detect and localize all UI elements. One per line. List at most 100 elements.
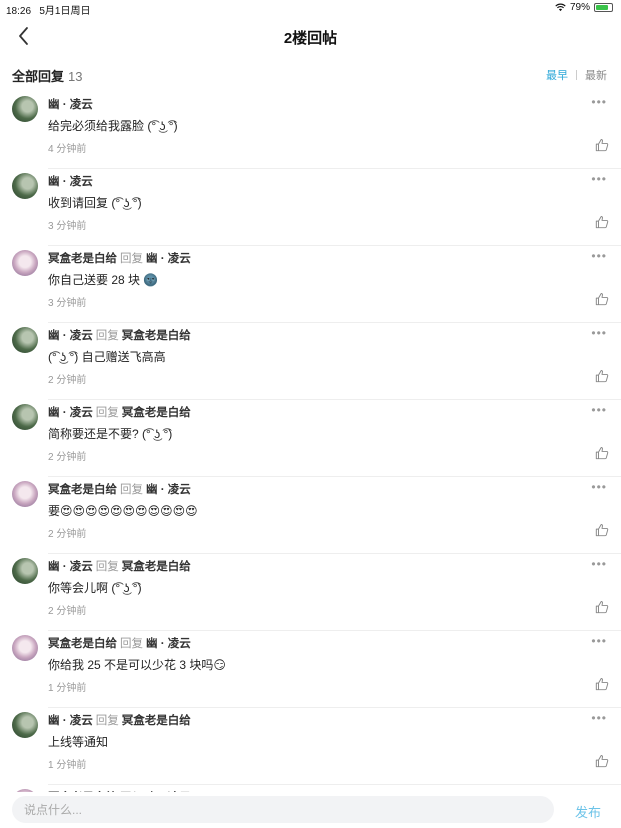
comment-item[interactable]: 幽 · 凌云 回复 冥盒老是白给 你等会儿啊 (͡° ͜ʖ ͡°) 2 分钟前 •••: [0, 554, 621, 631]
sort-earliest-tab[interactable]: 最早: [546, 67, 568, 83]
thumbs-up-icon[interactable]: [595, 215, 609, 229]
author-name[interactable]: 冥盒老是白给: [48, 638, 117, 650]
more-options-icon[interactable]: •••: [591, 404, 607, 416]
comment-author-line: 冥盒老是白给回复幽 · 凌云: [48, 250, 191, 266]
battery-icon: [594, 3, 613, 12]
author-name[interactable]: 幽 · 凌云: [48, 330, 93, 342]
battery-percent: 79%: [569, 2, 590, 13]
reply-to-name[interactable]: 幽 · 凌云: [146, 253, 191, 265]
comment-item[interactable]: 冥盒老是白给回复幽 · 凌云•••: [0, 785, 621, 792]
reply-header: 全部回复 13 最早 最新: [0, 64, 621, 86]
thumbs-up-icon[interactable]: [595, 600, 609, 614]
status-time-date: 18:26 5月1日周日: [6, 2, 91, 17]
more-options-icon[interactable]: •••: [591, 481, 607, 493]
comment-author-line: 冥盒老是白给回复幽 · 凌云: [48, 635, 191, 651]
reply-word: 回复: [95, 407, 119, 419]
more-options-icon[interactable]: •••: [591, 173, 607, 185]
author-name[interactable]: 冥盒老是白给: [48, 484, 117, 496]
avatar[interactable]: [12, 481, 38, 507]
avatar[interactable]: [12, 558, 38, 584]
status-time: 18:26: [6, 6, 32, 17]
more-options-icon[interactable]: •••: [591, 250, 607, 262]
reply-to-name[interactable]: 幽 · 凌云: [146, 638, 191, 650]
comment-item[interactable]: 幽 · 凌云 给完必须给我露脸 (͡° ͜ʖ ͡°) 4 分钟前 •••: [0, 92, 621, 169]
author-name[interactable]: 幽 · 凌云: [48, 176, 93, 188]
thumbs-up-icon[interactable]: [595, 369, 609, 383]
more-options-icon[interactable]: •••: [591, 96, 607, 108]
comment-input[interactable]: [12, 796, 554, 823]
comment-author-line: 幽 · 凌云 回复 冥盒老是白给: [48, 404, 191, 420]
comment-text: 你给我 25 不是可以少花 3 块吗😏: [48, 658, 226, 672]
thumbs-up-icon[interactable]: [595, 446, 609, 460]
avatar[interactable]: [12, 635, 38, 661]
avatar[interactable]: [12, 404, 38, 430]
comment-item[interactable]: 幽 · 凌云收到请回复 (͡° ͜ʖ ͡°) 3 分钟前 •••: [0, 169, 621, 246]
avatar[interactable]: [12, 173, 38, 199]
reply-to-name[interactable]: 冥盒老是白给: [122, 330, 191, 342]
status-right: 79%: [555, 2, 613, 13]
sort-latest-tab[interactable]: 最新: [585, 67, 607, 83]
page-title: 2楼回帖: [283, 30, 338, 47]
comment-text: 要😍😍😍😍😍😍😍😍😍😍😍: [48, 504, 198, 518]
avatar[interactable]: [12, 327, 38, 353]
reply-count-label: 全部回复 13: [12, 66, 82, 85]
more-options-icon[interactable]: •••: [591, 712, 607, 724]
author-name[interactable]: 幽 · 凌云: [48, 561, 93, 573]
more-options-icon[interactable]: •••: [591, 327, 607, 339]
comment-list[interactable]: 幽 · 凌云 给完必须给我露脸 (͡° ͜ʖ ͡°) 4 分钟前 ••• 幽 · 凌云收…: [0, 92, 621, 792]
comment-time: 2 分钟前: [48, 606, 87, 617]
more-options-icon[interactable]: •••: [591, 635, 607, 647]
send-button[interactable]: 发布: [575, 802, 601, 821]
reply-word: 回复: [95, 715, 119, 727]
wifi-icon: [555, 3, 566, 12]
comment-text: 你等会儿啊 (͡° ͜ʖ ͡°): [48, 581, 142, 595]
comment-time: 3 分钟前: [48, 298, 87, 309]
reply-to-name[interactable]: 冥盒老是白给: [122, 715, 191, 727]
comment-text: 你自己送要 28 块 🌚: [48, 273, 159, 287]
status-bar: 18:26 5月1日周日 79%: [0, 0, 621, 18]
reply-word: 回复: [120, 484, 143, 496]
sort-divider: [576, 70, 577, 80]
comment-time: 2 分钟前: [48, 375, 87, 386]
reply-to-name[interactable]: 幽 · 凌云: [146, 484, 191, 496]
comment-item[interactable]: 幽 · 凌云 回复 冥盒老是白给 (͡° ͜ʖ ͡°) 自己赠送飞高高 2 分钟前 •••: [0, 323, 621, 400]
comment-time: 3 分钟前: [48, 221, 87, 232]
reply-to-name[interactable]: 冥盒老是白给: [122, 561, 191, 573]
comment-time: 1 分钟前: [48, 683, 87, 694]
comment-item[interactable]: 幽 · 凌云 回复 冥盒老是白给 简称要还是不要? (͡° ͜ʖ ͡°) 2 分钟前 ••…: [0, 400, 621, 477]
comment-text: 简称要还是不要? (͡° ͜ʖ ͡°): [48, 427, 173, 441]
author-name[interactable]: 幽 · 凌云: [48, 99, 93, 111]
author-name[interactable]: 冥盒老是白给: [48, 253, 117, 265]
comment-author-line: 幽 · 凌云 回复 冥盒老是白给: [48, 712, 191, 728]
avatar[interactable]: [12, 250, 38, 276]
comment-time: 4 分钟前: [48, 144, 87, 155]
thumbs-up-icon[interactable]: [595, 523, 609, 537]
avatar[interactable]: [12, 96, 38, 122]
comment-author-line: 冥盒老是白给回复幽 · 凌云: [48, 481, 191, 497]
reply-word: 回复: [95, 330, 119, 342]
comment-item[interactable]: 幽 · 凌云 回复 冥盒老是白给 上线等通知 1 分钟前 •••: [0, 708, 621, 785]
comment-time: 2 分钟前: [48, 529, 87, 540]
reply-word: 回复: [120, 253, 143, 265]
author-name[interactable]: 幽 · 凌云: [48, 715, 93, 727]
comment-item[interactable]: 冥盒老是白给 回复幽 · 凌云 你自己送要 28 块 🌚 3 分钟前 •••: [0, 246, 621, 323]
comment-item[interactable]: 冥盒老是白给 回复幽 · 凌云 要😍😍😍😍😍😍😍😍😍😍😍 2 分钟前 •••: [0, 477, 621, 554]
comment-time: 2 分钟前: [48, 452, 87, 463]
avatar[interactable]: [12, 712, 38, 738]
thumbs-up-icon[interactable]: [595, 138, 609, 152]
thumbs-up-icon[interactable]: [595, 292, 609, 306]
comment-author-line: 幽 · 凌云 回复 冥盒老是白给: [48, 327, 191, 343]
comment-author-line: 幽 · 凌云 回复 冥盒老是白给: [48, 558, 191, 574]
comment-item[interactable]: 冥盒老是白给 回复幽 · 凌云你给我 25 不是可以少花 3 块吗😏 1 分钟前 ••…: [0, 631, 621, 708]
thumbs-up-icon[interactable]: [595, 754, 609, 768]
comment-text: 收到请回复 (͡° ͜ʖ ͡°): [48, 196, 142, 210]
comment-text: 上线等通知: [48, 735, 109, 749]
author-name[interactable]: 幽 · 凌云: [48, 407, 93, 419]
all-replies-label: 全部回复: [12, 69, 65, 84]
more-options-icon[interactable]: •••: [591, 558, 607, 570]
reply-to-name[interactable]: 冥盒老是白给: [122, 407, 191, 419]
comment-time: 1 分钟前: [48, 760, 87, 771]
thumbs-up-icon[interactable]: [595, 677, 609, 691]
comment-text: (͡° ͜ʖ ͡°) 自己赠送飞高高: [48, 350, 166, 364]
reply-word: 回复: [120, 638, 143, 650]
